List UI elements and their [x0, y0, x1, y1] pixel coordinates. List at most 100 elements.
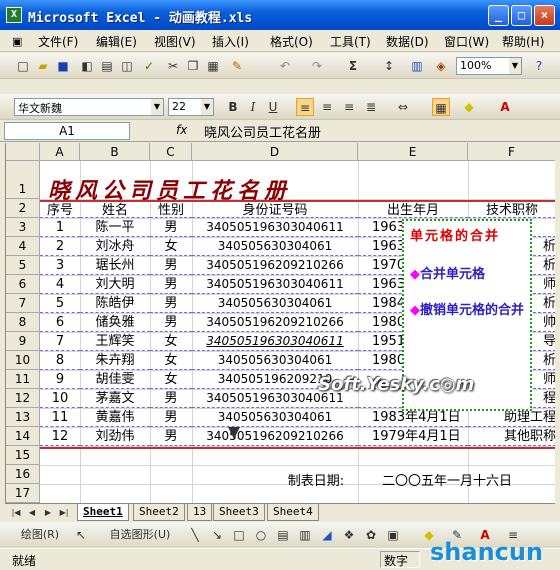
table-cell[interactable]: 刘冰舟 [80, 237, 150, 256]
table-cell[interactable]: 6 [40, 313, 80, 332]
picture-icon[interactable]: ▣ [384, 526, 402, 544]
row-header-3[interactable]: 3 [6, 218, 40, 237]
table-cell[interactable]: 男 [150, 313, 192, 332]
table-cell[interactable]: 5 [40, 294, 80, 313]
menu-data[interactable]: 数据(D) [386, 33, 429, 50]
table-cell[interactable]: 女 [150, 237, 192, 256]
table-cell[interactable]: 340505196209210266 [192, 313, 358, 332]
table-header-cell[interactable]: 序号 [40, 200, 80, 218]
sheet-tab-3[interactable]: 13 [187, 504, 213, 521]
menu-help[interactable]: 帮助(H) [502, 33, 544, 50]
table-header-cell[interactable]: 技术职称 [468, 200, 555, 218]
table-cell[interactable]: 女 [150, 332, 192, 351]
sheet-tab-1[interactable]: Sheet1 [77, 504, 129, 521]
table-cell[interactable]: 男 [150, 427, 192, 446]
font-color-icon[interactable]: A [496, 98, 514, 116]
textbox-icon[interactable]: ▤ [274, 526, 292, 544]
table-cell[interactable]: 340505196303040611 [192, 218, 358, 237]
autoshapes-button[interactable]: 自选图形(U) [100, 526, 180, 544]
table-cell[interactable]: 1979年4月1日 [358, 427, 468, 446]
table-cell[interactable]: 王辉笑 [80, 332, 150, 351]
row-header-2[interactable]: 2 [6, 199, 40, 218]
align-left-icon[interactable]: ≡ [296, 98, 314, 116]
table-cell[interactable]: 10 [40, 389, 80, 408]
open-icon[interactable]: ▰ [34, 57, 52, 75]
table-cell[interactable]: 340505196209210266 [192, 256, 358, 275]
permission-icon[interactable]: ◧ [78, 57, 96, 75]
maximize-button[interactable]: □ [511, 5, 532, 26]
row-header-5[interactable]: 5 [6, 256, 40, 275]
minimize-button[interactable]: _ [488, 5, 509, 26]
function-icon[interactable]: fx [176, 123, 187, 137]
sheet-tab-4[interactable]: Sheet3 [213, 504, 265, 521]
name-box[interactable]: A1 [4, 122, 130, 140]
table-cell[interactable]: 340505196303040611 [192, 275, 358, 294]
column-header-f[interactable]: F [468, 143, 555, 161]
table-cell[interactable]: 琚长州 [80, 256, 150, 275]
bold-button[interactable]: B [224, 98, 242, 116]
table-cell[interactable]: 陈皓伊 [80, 294, 150, 313]
column-header-b[interactable]: B [80, 143, 150, 161]
preview-icon[interactable]: ◫ [118, 57, 136, 75]
row-header-14[interactable]: 14 [6, 427, 40, 446]
table-cell[interactable]: 胡佳雯 [80, 370, 150, 389]
drawing-icon[interactable]: ◈ [432, 57, 450, 75]
table-cell[interactable]: 男 [150, 389, 192, 408]
table-cell[interactable]: 女 [150, 351, 192, 370]
line-icon[interactable]: ╲ [186, 526, 204, 544]
table-cell[interactable]: 男 [150, 218, 192, 237]
table-cell[interactable]: 朱卉翔 [80, 351, 150, 370]
table-cell[interactable]: 男 [150, 294, 192, 313]
oval-icon[interactable]: ○ [252, 526, 270, 544]
table-cell[interactable]: 茅嘉文 [80, 389, 150, 408]
row-header-11[interactable]: 11 [6, 370, 40, 389]
redo-icon[interactable]: ↷ [308, 57, 326, 75]
table-cell[interactable]: 340505630304061 [192, 351, 358, 370]
justify-icon[interactable]: ≣ [362, 98, 380, 116]
table-cell[interactable]: 女 [150, 370, 192, 389]
align-right-icon[interactable]: ≡ [340, 98, 358, 116]
row-header-12[interactable]: 12 [6, 389, 40, 408]
menu-edit[interactable]: 编辑(E) [96, 33, 137, 50]
table-cell[interactable]: 340505630304061 [192, 237, 358, 256]
row-header-16[interactable]: 16 [6, 465, 40, 484]
table-cell[interactable]: 黄嘉伟 [80, 408, 150, 427]
table-header-cell[interactable]: 出生年月 [358, 200, 468, 218]
row-header-6[interactable]: 6 [6, 275, 40, 294]
table-header-cell[interactable]: 身份证号码 [192, 200, 358, 218]
cut-icon[interactable]: ✂ [164, 57, 182, 75]
help-icon[interactable]: ? [530, 57, 548, 75]
column-header-d[interactable]: D [192, 143, 358, 161]
arrow-icon[interactable]: ↘ [208, 526, 226, 544]
last-sheet-icon[interactable]: ▶| [55, 504, 73, 522]
row-header-1[interactable]: 1 [6, 161, 40, 199]
table-cell[interactable]: 340505630304061 [192, 294, 358, 313]
row-header-8[interactable]: 8 [6, 313, 40, 332]
table-cell[interactable]: 男 [150, 256, 192, 275]
footer-date[interactable]: 二〇〇五年一月十六日 [382, 470, 555, 489]
new-icon[interactable]: □ [14, 57, 32, 75]
menu-window[interactable]: 窗口(W) [444, 33, 489, 50]
print-icon[interactable]: ▤ [98, 57, 116, 75]
font-select[interactable]: 华文新魏 ▼ [14, 98, 164, 116]
row-header-15[interactable]: 15 [6, 446, 40, 465]
merge-center-icon[interactable]: ⇔ [394, 98, 412, 116]
table-header-cell[interactable]: 性别 [150, 200, 192, 218]
borders-icon[interactable]: ▦ [432, 98, 450, 116]
menu-file[interactable]: 文件(F) [38, 33, 78, 50]
zoom-select[interactable]: 100% ▼ [456, 57, 522, 75]
diagram-icon[interactable]: ❖ [340, 526, 358, 544]
table-cell[interactable]: 11 [40, 408, 80, 427]
chart-icon[interactable]: ▥ [408, 57, 426, 75]
table-cell[interactable]: 刘大明 [80, 275, 150, 294]
close-button[interactable]: × [534, 5, 555, 26]
row-header-7[interactable]: 7 [6, 294, 40, 313]
save-icon[interactable]: ■ [54, 57, 72, 75]
fill-color-icon[interactable]: ◆ [460, 98, 478, 116]
copy-icon[interactable]: ❐ [184, 57, 202, 75]
footer-label[interactable]: 制表日期: [266, 470, 366, 489]
format-painter-icon[interactable]: ✎ [228, 57, 246, 75]
menu-insert[interactable]: 插入(I) [212, 33, 249, 50]
wordart-icon[interactable]: ◢ [318, 526, 336, 544]
rectangle-icon[interactable]: □ [230, 526, 248, 544]
